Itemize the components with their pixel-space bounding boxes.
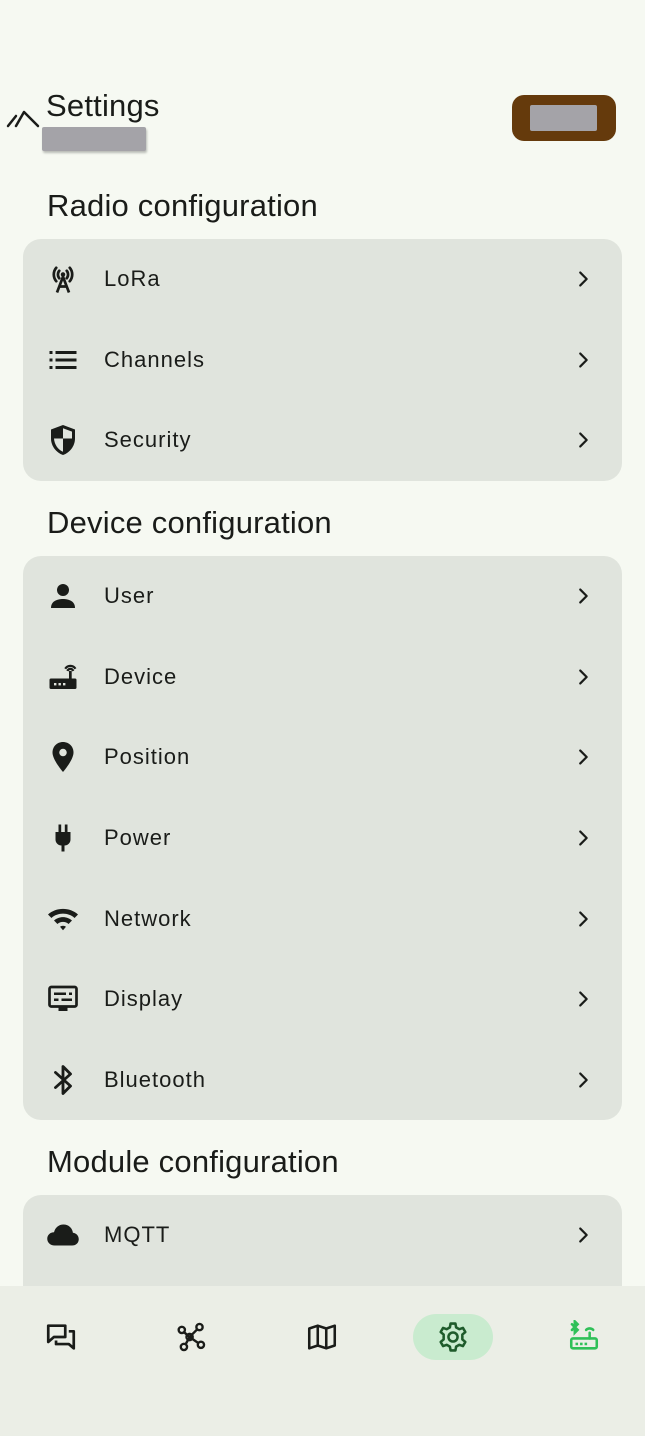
module-config-card: MQTT — [23, 1195, 622, 1290]
list-icon — [45, 342, 81, 378]
settings-item-label: LoRa — [104, 266, 161, 292]
settings-item-device[interactable]: Device — [23, 637, 622, 718]
nav-messages[interactable] — [21, 1314, 101, 1360]
settings-item-security[interactable]: Security — [23, 400, 622, 481]
chevron-right-icon — [572, 1069, 594, 1091]
settings-item-display[interactable]: Display — [23, 959, 622, 1040]
settings-item-bluetooth[interactable]: Bluetooth — [23, 1040, 622, 1121]
settings-item-label: Display — [104, 986, 184, 1012]
section-title-device: Device configuration — [47, 505, 332, 540]
settings-item-label: Security — [104, 427, 192, 453]
device-config-card: User Device Position Power Network Displ — [23, 556, 622, 1121]
settings-item-lora[interactable]: LoRa — [23, 239, 622, 320]
settings-item-mqtt[interactable]: MQTT — [23, 1195, 622, 1276]
display-icon — [45, 981, 81, 1017]
chevron-right-icon — [572, 908, 594, 930]
shield-icon — [45, 422, 81, 458]
chevron-right-icon — [572, 585, 594, 607]
settings-item-channels[interactable]: Channels — [23, 320, 622, 401]
page-title: Settings — [46, 88, 160, 123]
chevron-right-icon — [572, 268, 594, 290]
nav-settings[interactable] — [413, 1314, 493, 1360]
redacted-node-name — [530, 105, 597, 131]
settings-item-label: Channels — [104, 346, 205, 372]
chevron-right-icon — [572, 429, 594, 451]
radio-config-card: LoRa Channels Security — [23, 239, 622, 481]
settings-item-label: Position — [104, 744, 191, 770]
chevron-right-icon — [572, 666, 594, 688]
chevron-right-icon — [572, 988, 594, 1010]
cloud-icon — [45, 1217, 81, 1253]
bottom-navigation-bar — [0, 1286, 645, 1436]
bluetooth-icon — [45, 1062, 81, 1098]
top-app-bar: Settings — [0, 0, 645, 170]
redacted-subtitle — [42, 127, 146, 151]
person-icon — [45, 578, 81, 614]
connected-router-icon — [569, 1320, 599, 1350]
chevron-right-icon — [572, 1224, 594, 1246]
settings-gear-icon — [439, 1322, 467, 1352]
settings-item-user[interactable]: User — [23, 556, 622, 637]
chevron-right-icon — [572, 746, 594, 768]
nav-nodes[interactable] — [151, 1314, 231, 1360]
section-title-radio: Radio configuration — [47, 188, 318, 223]
messages-icon — [46, 1324, 76, 1350]
settings-item-power[interactable]: Power — [23, 798, 622, 879]
location-pin-icon — [45, 739, 81, 775]
settings-item-label: Bluetooth — [104, 1066, 206, 1092]
power-plug-icon — [45, 820, 81, 856]
section-title-module: Module configuration — [47, 1144, 339, 1179]
nav-map[interactable] — [282, 1314, 362, 1360]
settings-item-label: Device — [104, 663, 178, 689]
settings-item-position[interactable]: Position — [23, 717, 622, 798]
settings-item-label: MQTT — [104, 1222, 171, 1248]
map-icon — [307, 1324, 337, 1350]
connection-status-icon — [6, 110, 40, 128]
router-icon — [45, 659, 81, 695]
settings-item-label: Power — [104, 825, 172, 851]
nav-connections[interactable] — [544, 1314, 624, 1360]
settings-item-label: Network — [104, 905, 192, 931]
settings-item-network[interactable]: Network — [23, 878, 622, 959]
nodes-graph-icon — [177, 1322, 206, 1352]
node-chip-button[interactable] — [512, 95, 616, 141]
chevron-right-icon — [572, 349, 594, 371]
chevron-right-icon — [572, 827, 594, 849]
wifi-icon — [45, 901, 81, 937]
settings-item-label: User — [104, 583, 155, 609]
lora-antenna-icon — [45, 261, 81, 297]
